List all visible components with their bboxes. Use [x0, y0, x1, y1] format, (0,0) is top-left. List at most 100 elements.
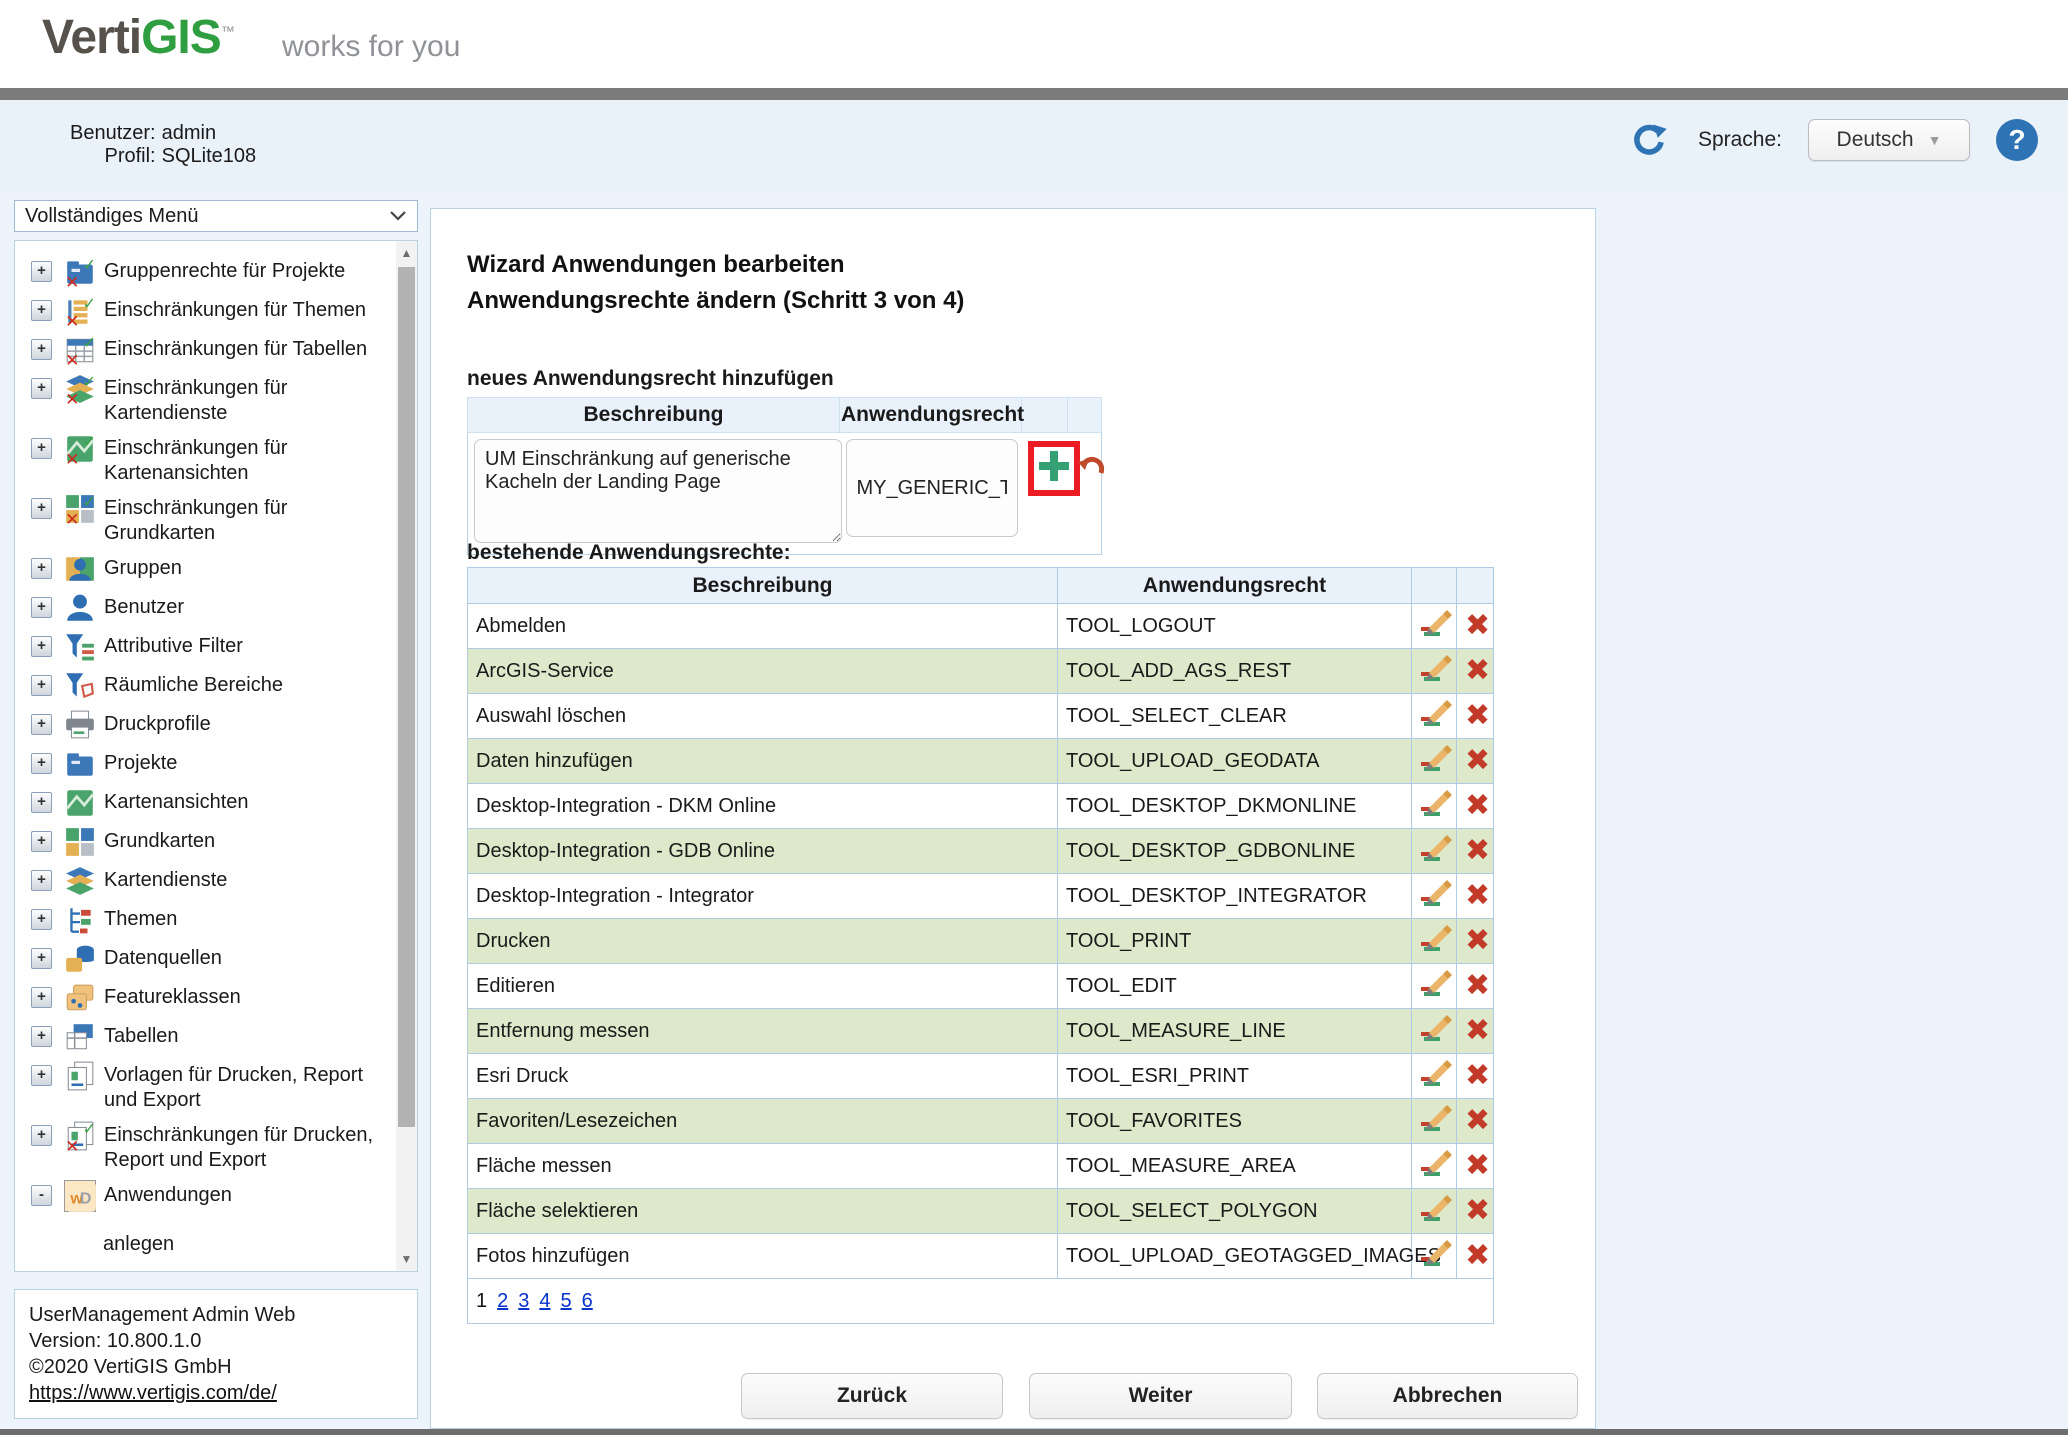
delete-x-icon[interactable]: ✖ [1457, 829, 1494, 874]
undo-icon[interactable] [1074, 447, 1108, 486]
pagination-page-link[interactable]: 2 [497, 1290, 508, 1312]
edit-pencil-icon[interactable] [1412, 829, 1457, 874]
sidebar-item-druckprofile[interactable]: +Druckprofile [27, 709, 387, 741]
expand-icon[interactable]: + [31, 1125, 52, 1146]
edit-pencil-icon[interactable] [1412, 919, 1457, 964]
sidebar-item-projekte[interactable]: +Projekte [27, 748, 387, 780]
edit-pencil-icon[interactable] [1412, 1099, 1457, 1144]
delete-x-icon[interactable]: ✖ [1457, 964, 1494, 1009]
expand-icon[interactable]: + [31, 261, 52, 282]
delete-x-icon[interactable]: ✖ [1457, 649, 1494, 694]
pagination-page-link[interactable]: 4 [539, 1290, 550, 1312]
expand-icon[interactable]: + [31, 870, 52, 891]
scroll-up-icon[interactable]: ▲ [396, 241, 417, 265]
sidebar-item-einschraenkungen-grundkarten[interactable]: +✓✕Einschränkungen für Grundkarten [27, 493, 387, 546]
menu-mode-select[interactable]: Vollständiges Menü [14, 200, 418, 232]
sidebar-item-einschraenkungen-drucken-report-export[interactable]: +✓✕Einschränkungen für Drucken, Report u… [27, 1120, 387, 1173]
expand-icon[interactable]: + [31, 498, 52, 519]
sidebar-item-tabellen[interactable]: +Tabellen [27, 1021, 387, 1053]
edit-pencil-icon[interactable] [1412, 649, 1457, 694]
sidebar-item-kartenansichten[interactable]: +Kartenansichten [27, 787, 387, 819]
delete-x-icon[interactable]: ✖ [1457, 1234, 1494, 1279]
expand-icon[interactable]: + [31, 987, 52, 1008]
back-button[interactable]: Zurück [741, 1373, 1003, 1419]
expand-icon[interactable]: + [31, 339, 52, 360]
pagination-page-link[interactable]: 6 [582, 1290, 593, 1312]
expand-icon[interactable]: + [31, 597, 52, 618]
sidebar-item-datenquellen[interactable]: +Datenquellen [27, 943, 387, 975]
expand-icon[interactable]: + [31, 1065, 52, 1086]
sidebar-item-einschraenkungen-kartendienste[interactable]: +✓✕Einschränkungen für Kartendienste [27, 373, 387, 426]
expand-icon[interactable]: + [31, 675, 52, 696]
edit-pencil-icon[interactable] [1412, 874, 1457, 919]
edit-pencil-icon[interactable] [1412, 1009, 1457, 1054]
sidebar-item-grundkarten[interactable]: + Grundkarten [27, 826, 387, 858]
edit-pencil-icon[interactable] [1412, 784, 1457, 829]
sidebar-item-anwendungen[interactable]: -wDAnwendungen [27, 1180, 387, 1212]
edit-pencil-icon[interactable] [1412, 1054, 1457, 1099]
delete-x-icon[interactable]: ✖ [1457, 604, 1494, 649]
sidebar-item-gruppen[interactable]: +Gruppen [27, 553, 387, 585]
expand-icon[interactable]: + [31, 909, 52, 930]
refresh-icon[interactable] [1628, 118, 1672, 162]
delete-x-icon[interactable]: ✖ [1457, 694, 1494, 739]
delete-x-icon[interactable]: ✖ [1457, 1099, 1494, 1144]
app-header: Benutzer: admin Profil: SQLite108 Sprach… [0, 100, 2068, 192]
sidebar-item-themen[interactable]: +Themen [27, 904, 387, 936]
delete-x-icon[interactable]: ✖ [1457, 1054, 1494, 1099]
help-icon[interactable]: ? [1996, 119, 2038, 161]
wizard-step-title: Anwendungsrechte ändern (Schritt 3 von 4… [467, 287, 964, 315]
sidebar-item-raeumliche-bereiche[interactable]: +Räumliche Bereiche [27, 670, 387, 702]
pagination-page-link[interactable]: 5 [561, 1290, 572, 1312]
application-right-input[interactable] [846, 439, 1018, 537]
sidebar-item-gruppenrechte-projekte[interactable]: +✓✕Gruppenrechte für Projekte [27, 256, 387, 288]
existing-rights-heading: bestehende Anwendungsrechte: [467, 541, 791, 565]
delete-x-icon[interactable]: ✖ [1457, 1144, 1494, 1189]
add-plus-icon[interactable] [1036, 471, 1072, 488]
einschraenkungen-tabellen-icon: ✓✕ [64, 334, 96, 366]
tree-scrollbar[interactable]: ▲ ▼ [396, 241, 417, 1271]
pagination-page-link[interactable]: 3 [518, 1290, 529, 1312]
expand-icon[interactable]: + [31, 792, 52, 813]
expand-icon[interactable]: + [31, 831, 52, 852]
expand-icon[interactable]: + [31, 558, 52, 579]
next-button[interactable]: Weiter [1029, 1373, 1292, 1419]
expand-icon[interactable]: + [31, 948, 52, 969]
sidebar-item-einschraenkungen-themen[interactable]: +✓✕Einschränkungen für Themen [27, 295, 387, 327]
description-textarea[interactable]: UM Einschränkung auf generische Kacheln … [474, 439, 842, 543]
sidebar-item-attributive-filter[interactable]: +Attributive Filter [27, 631, 387, 663]
cancel-button[interactable]: Abbrechen [1317, 1373, 1578, 1419]
collapse-icon[interactable]: - [31, 1185, 52, 1206]
sidebar-item-featureklassen[interactable]: +Featureklassen [27, 982, 387, 1014]
expand-icon[interactable]: + [31, 753, 52, 774]
edit-pencil-icon[interactable] [1412, 1144, 1457, 1189]
sidebar-item-label: Grundkarten [104, 826, 215, 854]
scroll-down-icon[interactable]: ▼ [396, 1247, 417, 1271]
vertigis-link[interactable]: https://www.vertigis.com/de/ [29, 1382, 277, 1404]
expand-icon[interactable]: + [31, 714, 52, 735]
sidebar-item-benutzer[interactable]: +Benutzer [27, 592, 387, 624]
expand-icon[interactable]: + [31, 438, 52, 459]
sidebar-item-einschraenkungen-tabellen[interactable]: +✓✕Einschränkungen für Tabellen [27, 334, 387, 366]
sidebar-subitem-anlegen[interactable]: anlegen [27, 1229, 387, 1257]
sidebar-item-kartendienste[interactable]: +Kartendienste [27, 865, 387, 897]
edit-pencil-icon[interactable] [1412, 694, 1457, 739]
edit-pencil-icon[interactable] [1412, 739, 1457, 784]
language-dropdown[interactable]: Deutsch ▼ [1808, 119, 1970, 161]
delete-x-icon[interactable]: ✖ [1457, 874, 1494, 919]
delete-x-icon[interactable]: ✖ [1457, 919, 1494, 964]
expand-icon[interactable]: + [31, 636, 52, 657]
edit-pencil-icon[interactable] [1412, 604, 1457, 649]
expand-icon[interactable]: + [31, 1026, 52, 1047]
scrollbar-thumb[interactable] [398, 267, 415, 1127]
delete-x-icon[interactable]: ✖ [1457, 784, 1494, 829]
delete-x-icon[interactable]: ✖ [1457, 1009, 1494, 1054]
sidebar-item-vorlagen-drucken-report-export[interactable]: +Vorlagen für Drucken, Report und Export [27, 1060, 387, 1113]
edit-pencil-icon[interactable] [1412, 1189, 1457, 1234]
expand-icon[interactable]: + [31, 378, 52, 399]
edit-pencil-icon[interactable] [1412, 964, 1457, 1009]
delete-x-icon[interactable]: ✖ [1457, 739, 1494, 784]
sidebar-item-einschraenkungen-kartenansichten[interactable]: +✓✕Einschränkungen für Kartenansichten [27, 433, 387, 486]
expand-icon[interactable]: + [31, 300, 52, 321]
delete-x-icon[interactable]: ✖ [1457, 1189, 1494, 1234]
